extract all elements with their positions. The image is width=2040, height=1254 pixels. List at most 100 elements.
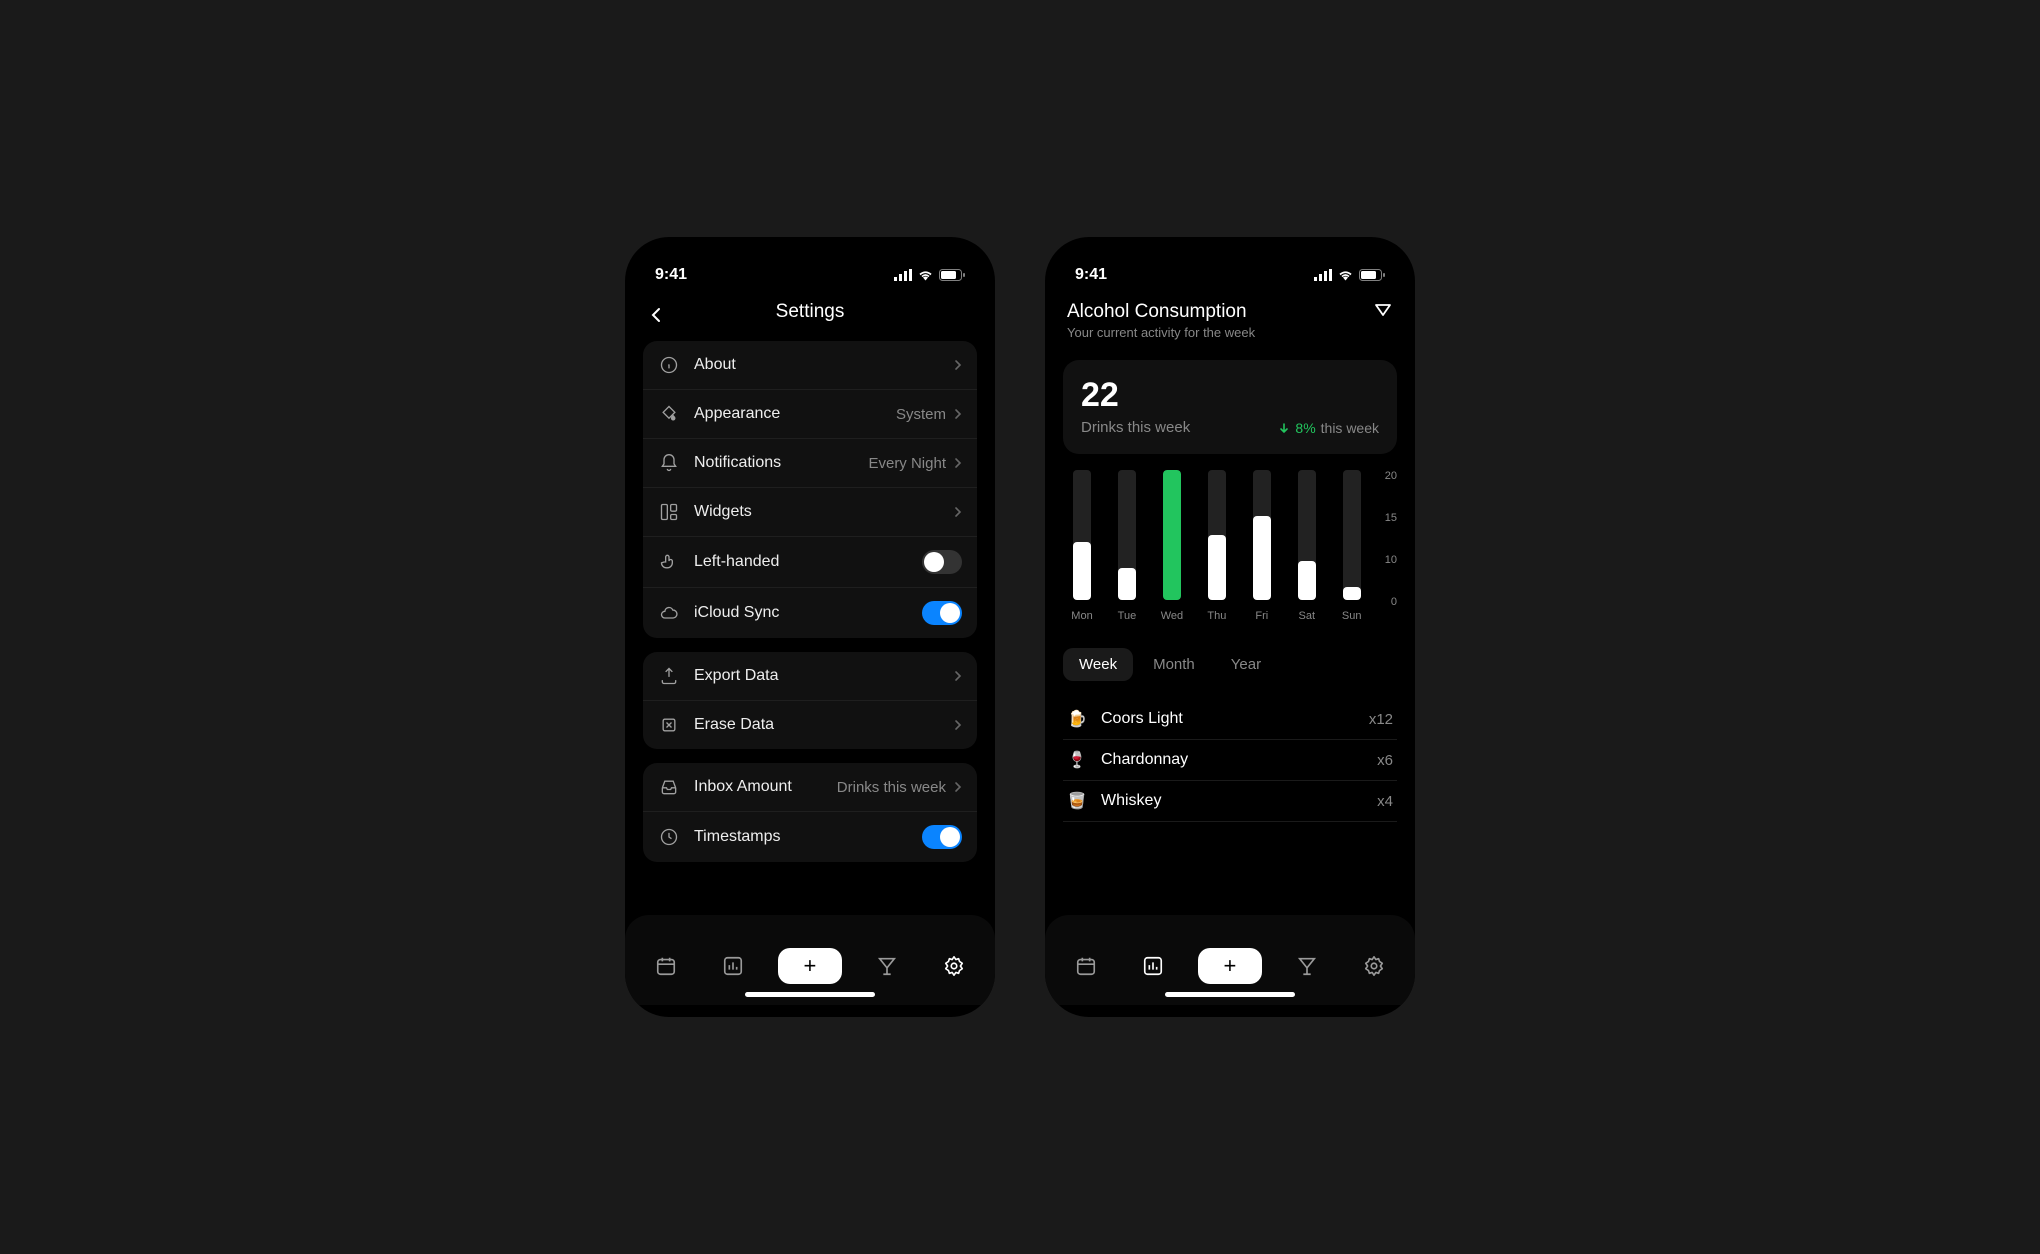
y-tick: 0 xyxy=(1385,596,1397,608)
settings-group: Export DataErase Data xyxy=(643,652,977,749)
inbox-icon xyxy=(658,776,680,798)
hand-icon xyxy=(658,551,680,573)
chevron-right-icon xyxy=(954,408,962,420)
chart: Mon Tue Wed Thu FriSat Sun 20 15 10 0 xyxy=(1063,470,1397,630)
bell-icon xyxy=(658,452,680,474)
stat-change-pct: 8% xyxy=(1295,420,1315,436)
tab-add[interactable]: + xyxy=(778,948,842,984)
wifi-icon xyxy=(917,269,934,281)
tab-add[interactable]: + xyxy=(1198,948,1262,984)
settings-row-erase-data[interactable]: Erase Data xyxy=(643,701,977,749)
settings-row-inbox-amount[interactable]: Inbox AmountDrinks this week xyxy=(643,763,977,812)
bar-label: Tue xyxy=(1118,610,1137,622)
chevron-right-icon xyxy=(954,359,962,371)
bar-label: Wed xyxy=(1161,610,1183,622)
segment-year[interactable]: Year xyxy=(1215,648,1277,681)
row-label: Notifications xyxy=(694,454,868,472)
settings-list: AboutAppearanceSystemNotificationsEvery … xyxy=(643,341,977,915)
settings-group: AboutAppearanceSystemNotificationsEvery … xyxy=(643,341,977,638)
analytics-screen: 9:41 Alcohol Consumption Your current ac… xyxy=(1045,237,1415,1017)
chevron-right-icon xyxy=(954,670,962,682)
settings-row-export-data[interactable]: Export Data xyxy=(643,652,977,701)
status-icons xyxy=(894,269,965,281)
bar-wed[interactable]: Wed xyxy=(1153,470,1191,630)
row-value: Every Night xyxy=(868,455,946,472)
back-button[interactable] xyxy=(651,307,661,323)
row-value: Drinks this week xyxy=(837,779,946,796)
bar-fri[interactable]: Fri xyxy=(1243,470,1281,630)
row-value: System xyxy=(896,406,946,423)
toggle[interactable] xyxy=(922,601,962,625)
segment-week[interactable]: Week xyxy=(1063,648,1133,681)
bar-tue[interactable]: Tue xyxy=(1108,470,1146,630)
chevron-right-icon xyxy=(954,719,962,731)
range-segment: WeekMonthYear xyxy=(1063,648,1397,681)
home-indicator[interactable] xyxy=(1165,992,1295,997)
bar-thu[interactable]: Thu xyxy=(1198,470,1236,630)
filter-button[interactable] xyxy=(1373,301,1393,321)
chevron-right-icon xyxy=(954,457,962,469)
drink-icon: 🍺 xyxy=(1067,709,1091,729)
row-label: Timestamps xyxy=(694,828,922,846)
clock-icon xyxy=(658,826,680,848)
analytics-title: Alcohol Consumption xyxy=(1067,301,1255,323)
drink-count: x12 xyxy=(1369,711,1393,728)
export-icon xyxy=(658,665,680,687)
status-time: 9:41 xyxy=(655,266,687,284)
bar-label: Mon xyxy=(1071,610,1092,622)
stat-label: Drinks this week xyxy=(1081,419,1190,436)
analytics-header: Alcohol Consumption Your current activit… xyxy=(1063,289,1397,360)
arrow-down-icon xyxy=(1278,422,1290,434)
settings-row-icloud-sync[interactable]: iCloud Sync xyxy=(643,588,977,638)
tab-calendar[interactable] xyxy=(644,944,688,988)
stat-card: 22 Drinks this week 8% this week xyxy=(1063,360,1397,454)
chevron-right-icon xyxy=(954,781,962,793)
battery-icon xyxy=(1359,269,1385,281)
y-tick: 10 xyxy=(1385,554,1397,566)
stat-value: 22 xyxy=(1081,376,1379,415)
status-time: 9:41 xyxy=(1075,266,1107,284)
drink-icon: 🍷 xyxy=(1067,750,1091,770)
segment-month[interactable]: Month xyxy=(1137,648,1211,681)
toggle[interactable] xyxy=(922,825,962,849)
drink-row[interactable]: 🍺Coors Lightx12 xyxy=(1063,699,1397,740)
home-indicator[interactable] xyxy=(745,992,875,997)
settings-row-widgets[interactable]: Widgets xyxy=(643,488,977,537)
notch xyxy=(1160,237,1300,269)
tab-analytics[interactable] xyxy=(711,944,755,988)
bar-mon[interactable]: Mon xyxy=(1063,470,1101,630)
bar-sun[interactable]: Sun xyxy=(1333,470,1371,630)
row-label: Left-handed xyxy=(694,553,922,571)
bar-sat[interactable]: Sat xyxy=(1288,470,1326,630)
settings-screen: 9:41 Settings AboutAppearanceSystemNotif… xyxy=(625,237,995,1017)
settings-row-notifications[interactable]: NotificationsEvery Night xyxy=(643,439,977,488)
tab-drinks[interactable] xyxy=(865,944,909,988)
stat-change: 8% this week xyxy=(1278,420,1379,436)
chevron-right-icon xyxy=(954,506,962,518)
tab-settings[interactable] xyxy=(932,944,976,988)
tab-settings[interactable] xyxy=(1352,944,1396,988)
bar-label: Sun xyxy=(1342,610,1362,622)
y-tick: 15 xyxy=(1385,512,1397,524)
drink-count: x4 xyxy=(1377,793,1393,810)
bar-label: Thu xyxy=(1207,610,1226,622)
tab-bar: + xyxy=(625,915,995,1005)
settings-row-timestamps[interactable]: Timestamps xyxy=(643,812,977,862)
drink-name: Chardonnay xyxy=(1101,751,1377,769)
tab-analytics[interactable] xyxy=(1131,944,1175,988)
drink-icon: 🥃 xyxy=(1067,791,1091,811)
drink-row[interactable]: 🥃Whiskeyx4 xyxy=(1063,781,1397,822)
widgets-icon xyxy=(658,501,680,523)
settings-row-about[interactable]: About xyxy=(643,341,977,390)
stat-change-period: this week xyxy=(1321,420,1379,436)
row-label: About xyxy=(694,356,954,374)
row-label: Widgets xyxy=(694,503,954,521)
tab-drinks[interactable] xyxy=(1285,944,1329,988)
drink-row[interactable]: 🍷Chardonnayx6 xyxy=(1063,740,1397,781)
y-tick: 20 xyxy=(1385,470,1397,482)
settings-row-appearance[interactable]: AppearanceSystem xyxy=(643,390,977,439)
battery-icon xyxy=(939,269,965,281)
tab-calendar[interactable] xyxy=(1064,944,1108,988)
settings-row-left-handed[interactable]: Left-handed xyxy=(643,537,977,588)
toggle[interactable] xyxy=(922,550,962,574)
